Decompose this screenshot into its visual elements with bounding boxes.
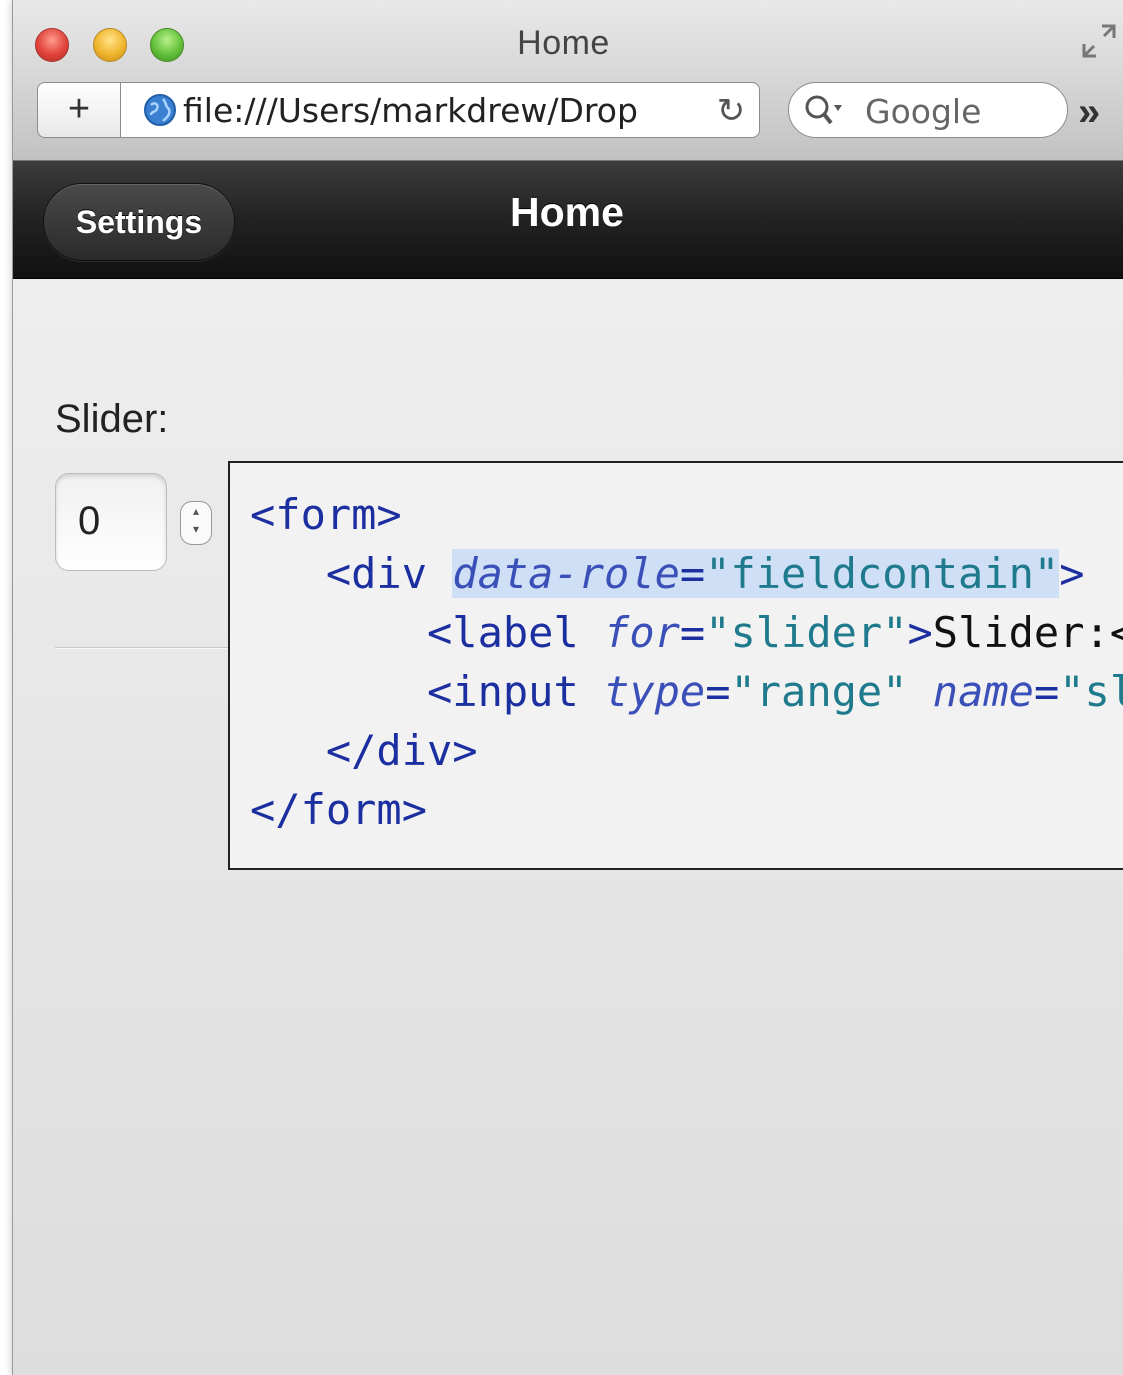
search-placeholder: Google <box>865 92 982 131</box>
slider-stepper[interactable]: ▴ ▾ <box>180 501 212 545</box>
browser-window: Home + file:///Users/markdrew/Drop ↻ Goo… <box>12 0 1123 1375</box>
add-bookmark-button[interactable]: + <box>37 82 121 138</box>
code-label-open: <label <box>427 608 579 657</box>
code-label-attr: for <box>604 608 680 657</box>
page-title: Home <box>510 189 624 235</box>
code-input-open: <input <box>427 667 579 716</box>
code-label-text: Slider:< <box>932 608 1123 657</box>
fullscreen-icon[interactable] <box>1078 20 1120 62</box>
code-label-bracket: > <box>907 608 933 657</box>
code-form-end: </form> <box>250 785 428 834</box>
address-bar[interactable]: file:///Users/markdrew/Drop ↻ <box>120 82 760 138</box>
code-div-open: <div <box>325 549 428 598</box>
code-div-attr: data-role <box>452 549 680 598</box>
code-div-end: </div> <box>325 726 478 775</box>
code-block: <form> <div data-role="fieldcontain"> <l… <box>250 485 1123 839</box>
code-input-eq1: = <box>705 667 731 716</box>
code-input-val-type: "range" <box>730 667 908 716</box>
code-input-attr-name: name <box>932 667 1034 716</box>
url-fade <box>639 83 699 137</box>
browser-chrome: Home + file:///Users/markdrew/Drop ↻ Goo… <box>13 0 1123 161</box>
code-input-eq2: = <box>1033 667 1060 716</box>
url-text: file:///Users/markdrew/Drop <box>183 91 638 130</box>
code-input-attr-type: type <box>604 667 706 716</box>
code-selection: data-role="fieldcontain" <box>452 549 1060 598</box>
code-label-eq: = <box>679 608 706 657</box>
reload-icon[interactable]: ↻ <box>711 91 751 131</box>
search-field[interactable]: Google <box>788 82 1068 138</box>
globe-icon <box>144 94 176 126</box>
code-form-open: <form> <box>250 490 402 539</box>
slider-label: Slider: <box>55 397 169 441</box>
slider-value-input[interactable]: 0 <box>55 473 167 571</box>
code-input-val-name: "sl <box>1059 667 1123 716</box>
code-div-bracket: > <box>1059 549 1085 598</box>
code-div-val: "fieldcontain" <box>705 549 1060 598</box>
code-div-eq: = <box>679 549 706 598</box>
app-header: Settings Home <box>13 161 1123 279</box>
code-overlay: <form> <div data-role="fieldcontain"> <l… <box>228 461 1123 870</box>
toolbar-overflow-icon[interactable]: » <box>1078 90 1100 135</box>
search-icon <box>805 95 842 125</box>
window-title: Home <box>517 24 610 62</box>
code-label-val: "slider" <box>705 608 908 657</box>
